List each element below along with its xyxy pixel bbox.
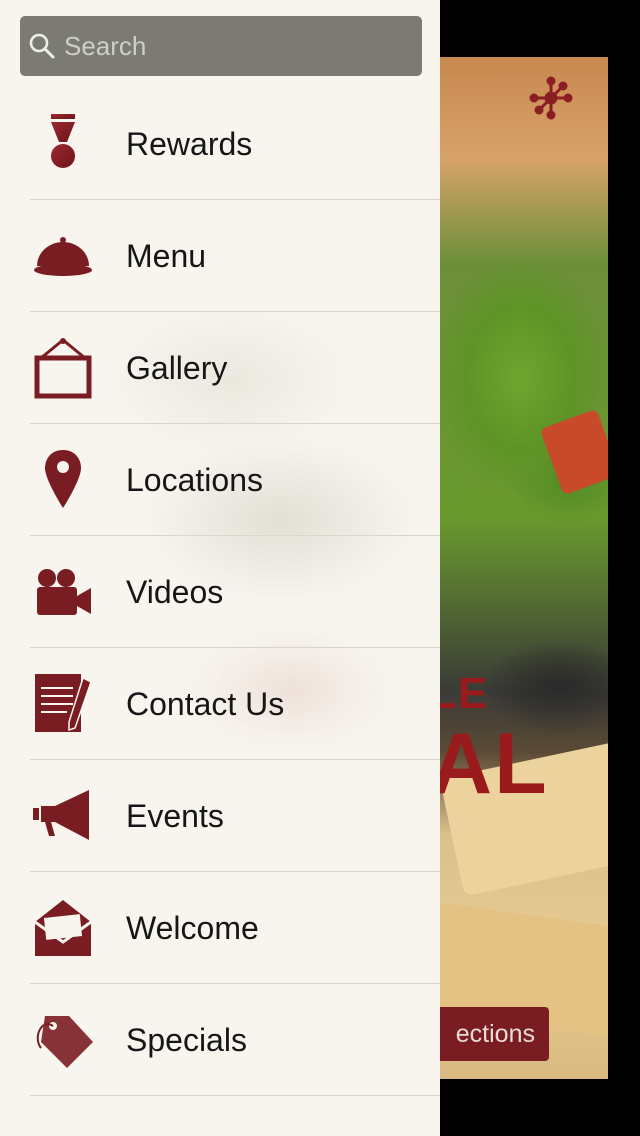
menu-item-welcome[interactable]: Welcome [0, 872, 440, 984]
open-envelope-icon [28, 893, 98, 963]
picture-frame-icon [28, 333, 98, 403]
menu-item-label: Locations [126, 461, 263, 498]
food-cloche-icon [28, 221, 98, 291]
background-title-line2: AL [430, 716, 549, 812]
menu-item-label: Welcome [126, 909, 259, 946]
document-pen-icon [28, 669, 98, 739]
menu-item-label: Menu [126, 237, 207, 274]
menu-item-gallery[interactable]: Gallery [0, 312, 440, 424]
search-icon [29, 33, 55, 59]
menu-item-label: Events [126, 797, 224, 834]
drawer-menu: Rewards Menu Gallery Locations Videos Co… [0, 88, 440, 1096]
tomato-image [539, 408, 608, 496]
search-input[interactable] [62, 29, 406, 63]
menu-item-label: Specials [126, 1021, 247, 1058]
menu-item-locations[interactable]: Locations [0, 424, 440, 536]
menu-item-events[interactable]: Events [0, 760, 440, 872]
menu-item-label: Rewards [126, 125, 253, 162]
menu-item-label: Gallery [126, 349, 228, 386]
share-network-icon[interactable] [528, 75, 574, 121]
menu-item-label: Contact Us [126, 685, 285, 722]
side-drawer: Rewards Menu Gallery [0, 0, 440, 1136]
menu-item-rewards[interactable]: Rewards [0, 88, 440, 200]
menu-item-specials[interactable]: Specials [0, 984, 440, 1096]
menu-item-label: Videos [126, 573, 224, 610]
video-camera-icon [28, 557, 98, 627]
search-bar[interactable] [20, 16, 422, 76]
menu-item-menu[interactable]: Menu [0, 200, 440, 312]
rewards-medal-icon [28, 109, 98, 179]
map-pin-icon [28, 445, 98, 515]
menu-item-contact-us[interactable]: Contact Us [0, 648, 440, 760]
megaphone-icon [28, 781, 98, 851]
menu-item-videos[interactable]: Videos [0, 536, 440, 648]
price-tag-icon [28, 1005, 98, 1075]
